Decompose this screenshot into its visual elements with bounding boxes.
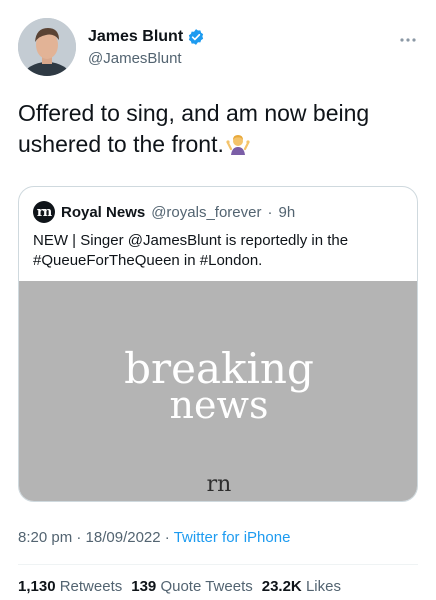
quoted-tweet-header: rn Royal News @royals_forever · 9h (33, 201, 295, 223)
quoted-author-handle[interactable]: @royals_forever (151, 204, 261, 221)
tweet-timestamp-row: 8:20 pm · 18/09/2022 · Twitter for iPhon… (18, 529, 290, 546)
divider (18, 564, 418, 565)
quoted-media-image[interactable]: breaking news rn (19, 281, 417, 501)
quoted-separator: · (267, 203, 273, 221)
tweet-body: Offered to sing, and am now being ushere… (18, 100, 370, 157)
author-display-name[interactable]: James Blunt (88, 28, 183, 46)
tweet-source-link[interactable]: Twitter for iPhone (174, 529, 291, 546)
quoted-author-name[interactable]: Royal News (61, 204, 145, 221)
likes-stat[interactable]: 23.2K Likes (262, 578, 341, 595)
author-avatar[interactable] (18, 18, 76, 76)
quote-tweets-stat[interactable]: 139 Quote Tweets (131, 578, 252, 595)
retweets-count: 1,130 (18, 578, 56, 595)
timestamp-dot: · (164, 529, 170, 546)
retweets-stat[interactable]: 1,130 Retweets (18, 578, 122, 595)
likes-count: 23.2K (261, 578, 302, 595)
quoted-author-avatar[interactable]: rn (33, 201, 55, 223)
likes-label: Likes (305, 578, 341, 595)
tweet-date[interactable]: 18/09/2022 (86, 529, 161, 546)
media-title-news: news (169, 383, 269, 427)
engagement-stats: 1,130 Retweets 139 Quote Tweets 23.2K Li… (18, 578, 341, 595)
retweets-label: Retweets (59, 578, 123, 595)
more-options-icon[interactable] (398, 30, 418, 50)
author-handle[interactable]: @JamesBlunt (88, 50, 182, 67)
tweet-time[interactable]: 8:20 pm (18, 529, 72, 546)
verified-badge-icon (189, 29, 204, 45)
profile-photo-icon (18, 18, 76, 76)
quoted-tweet-text: NEW | Singer @JamesBlunt is reportedly i… (33, 232, 349, 269)
quote-tweets-count: 139 (131, 578, 157, 595)
media-logo: rn (206, 472, 232, 497)
quoted-tweet-card[interactable]: rn Royal News @royals_forever · 9h NEW |… (18, 186, 418, 502)
timestamp-dot: · (76, 529, 82, 546)
person-shrugging-emoji-icon (226, 135, 250, 155)
author-name-row: James Blunt (88, 28, 205, 46)
tweet-text: Offered to sing, and am now being ushere… (18, 98, 418, 160)
tweet: James Blunt @JamesBlunt Offered to sing,… (0, 0, 436, 600)
quoted-time[interactable]: 9h (278, 204, 295, 221)
quote-tweets-label: Quote Tweets (160, 578, 253, 595)
